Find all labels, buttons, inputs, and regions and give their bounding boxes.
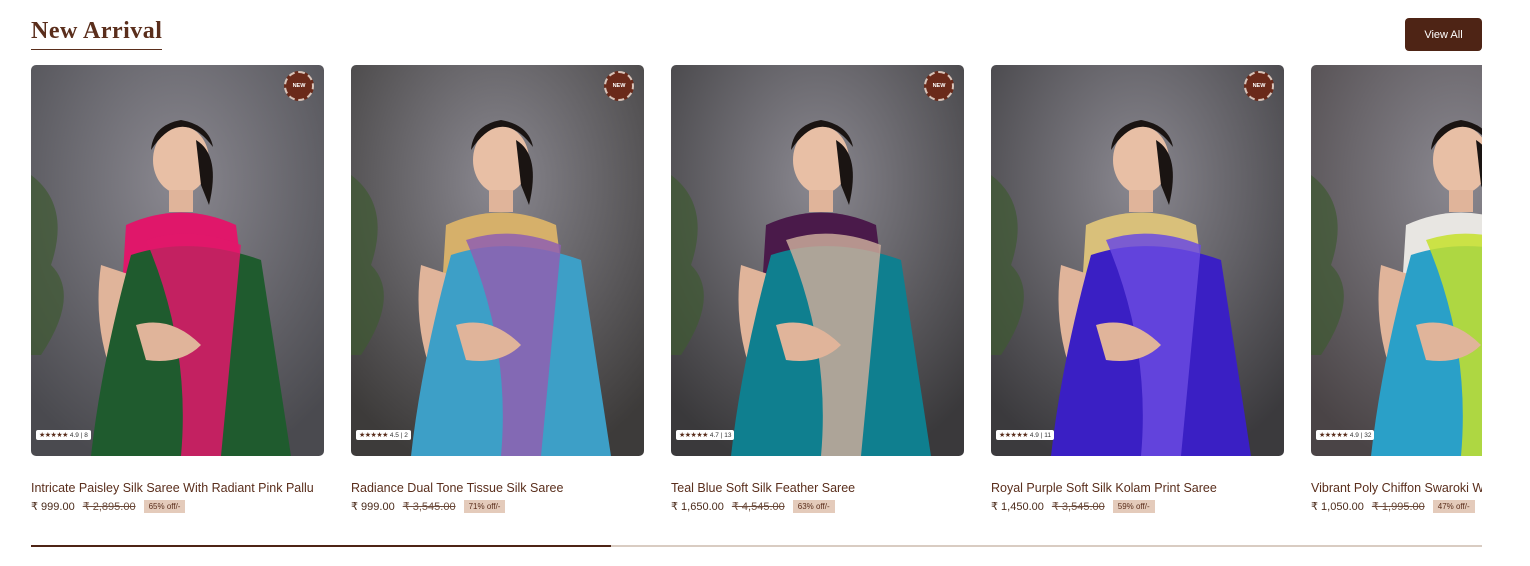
section-title: New Arrival — [31, 18, 163, 50]
new-badge: NEW — [924, 71, 954, 101]
discount-badge: 59% off/- — [1112, 500, 1155, 513]
product-prices: ₹ 999.00 ₹ 3,545.00 71% off/- — [351, 500, 644, 513]
sale-price: ₹ 1,450.00 — [991, 501, 1044, 513]
star-rating-icon: ★★★★★ — [999, 432, 1028, 439]
product-name[interactable]: Royal Purple Soft Silk Kolam Print Saree — [991, 481, 1284, 495]
original-price: ₹ 3,545.00 — [1051, 501, 1105, 513]
product-name[interactable]: Intricate Paisley Silk Saree With Radian… — [31, 481, 324, 495]
product-card[interactable]: NEW ★★★★★ 4.7 | 13 Teal Blue Soft Silk Fea… — [671, 65, 964, 513]
product-prices: ₹ 999.00 ₹ 2,895.00 65% off/- — [31, 500, 324, 513]
product-name[interactable]: Vibrant Poly Chiffon Swaroki Work Saree — [1311, 481, 1482, 495]
new-badge: NEW — [1244, 71, 1274, 101]
star-rating-icon: ★★★★★ — [39, 432, 68, 439]
product-photo — [1311, 65, 1482, 456]
view-all-button[interactable]: View All — [1405, 18, 1482, 51]
sale-price: ₹ 1,650.00 — [671, 501, 724, 513]
carousel-scrollbar-thumb[interactable] — [31, 545, 612, 547]
new-badge: NEW — [284, 71, 314, 101]
sale-price: ₹ 999.00 — [31, 501, 75, 513]
product-name[interactable]: Radiance Dual Tone Tissue Silk Saree — [351, 481, 644, 495]
product-carousel[interactable]: NEW ★★★★★ 4.9 | 8 Intricate Paisley Silk S… — [31, 65, 1482, 525]
section-header: New Arrival View All — [31, 16, 1482, 56]
product-photo — [31, 65, 324, 456]
rating-text: 4.9 | 11 — [1029, 431, 1051, 439]
product-image[interactable]: NEW ★★★★★ 4.9 | 8 — [31, 65, 324, 456]
original-price: ₹ 3,545.00 — [402, 501, 456, 513]
discount-badge: 47% off/- — [1432, 500, 1475, 513]
original-price: ₹ 1,995.00 — [1371, 501, 1425, 513]
discount-badge: 65% off/- — [143, 500, 186, 513]
product-photo — [351, 65, 644, 456]
product-card[interactable]: NEW ★★★★★ 4.5 | 2 Radiance Dual Tone Tissu… — [351, 65, 644, 513]
sale-price: ₹ 1,050.00 — [1311, 501, 1364, 513]
rating-text: 4.9 | 32 — [1349, 431, 1372, 439]
product-image[interactable]: NEW ★★★★★ 4.7 | 13 — [671, 65, 964, 456]
rating-text: 4.7 | 13 — [709, 431, 732, 439]
product-photo — [671, 65, 964, 456]
new-badge: NEW — [604, 71, 634, 101]
product-image[interactable]: NEW ★★★★★ 4.9 | 11 — [991, 65, 1284, 456]
rating-badge: ★★★★★ 4.7 | 13 — [676, 430, 735, 440]
product-image[interactable]: ★★★★★ 4.9 | 32 — [1311, 65, 1482, 456]
star-rating-icon: ★★★★★ — [359, 432, 388, 439]
rating-badge: ★★★★★ 4.5 | 2 — [356, 430, 411, 440]
product-card[interactable]: ★★★★★ 4.9 | 32 Vibrant Poly Chiffon Swaro… — [1311, 65, 1482, 513]
original-price: ₹ 4,545.00 — [731, 501, 785, 513]
rating-text: 4.9 | 8 — [69, 431, 88, 439]
original-price: ₹ 2,895.00 — [82, 501, 136, 513]
rating-text: 4.5 | 2 — [389, 431, 408, 439]
product-photo — [991, 65, 1284, 456]
star-rating-icon: ★★★★★ — [1319, 432, 1348, 439]
carousel-scrollbar[interactable] — [31, 545, 1482, 547]
product-image[interactable]: NEW ★★★★★ 4.5 | 2 — [351, 65, 644, 456]
product-card[interactable]: NEW ★★★★★ 4.9 | 11 Royal Purple Soft Silk … — [991, 65, 1284, 513]
product-card[interactable]: NEW ★★★★★ 4.9 | 8 Intricate Paisley Silk S… — [31, 65, 324, 513]
rating-badge: ★★★★★ 4.9 | 8 — [36, 430, 91, 440]
product-prices: ₹ 1,050.00 ₹ 1,995.00 47% off/- — [1311, 500, 1482, 513]
discount-badge: 71% off/- — [463, 500, 506, 513]
sale-price: ₹ 999.00 — [351, 501, 395, 513]
discount-badge: 63% off/- — [792, 500, 835, 513]
product-prices: ₹ 1,450.00 ₹ 3,545.00 59% off/- — [991, 500, 1284, 513]
rating-badge: ★★★★★ 4.9 | 32 — [1316, 430, 1375, 440]
product-prices: ₹ 1,650.00 ₹ 4,545.00 63% off/- — [671, 500, 964, 513]
rating-badge: ★★★★★ 4.9 | 11 — [996, 430, 1054, 440]
product-name[interactable]: Teal Blue Soft Silk Feather Saree — [671, 481, 964, 495]
star-rating-icon: ★★★★★ — [679, 432, 708, 439]
